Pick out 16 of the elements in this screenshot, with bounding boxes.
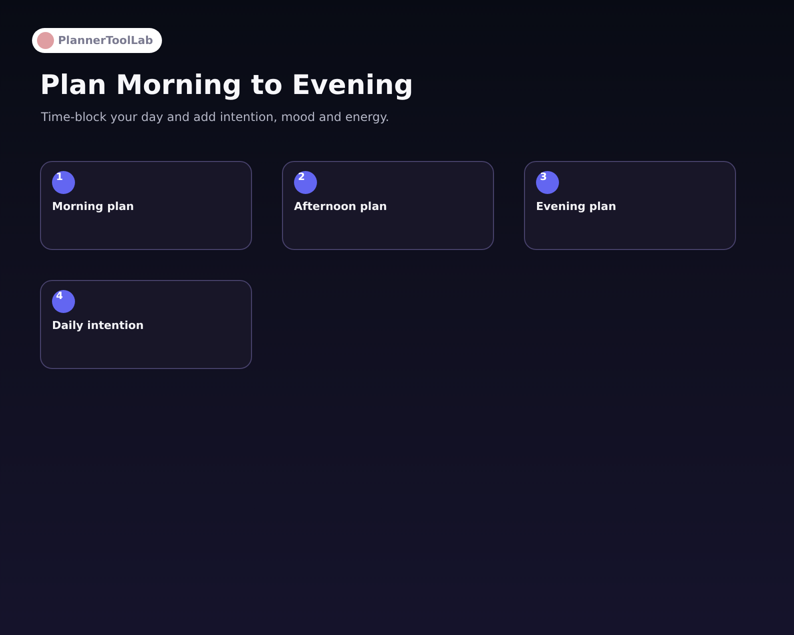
card-title: Daily intention	[52, 319, 145, 332]
plan-card[interactable]: 2 Afternoon plan	[282, 161, 494, 250]
logo-icon	[37, 32, 54, 49]
card-title: Morning plan	[52, 200, 135, 213]
step-number: 1	[52, 171, 75, 194]
step-number: 3	[536, 171, 559, 194]
card-title: Afternoon plan	[294, 200, 388, 213]
plan-card[interactable]: 1 Morning plan	[40, 161, 252, 250]
step-number: 4	[52, 290, 75, 313]
card-title: Evening plan	[536, 200, 618, 213]
page-title: Plan Morning to Evening	[40, 70, 414, 102]
page-subtitle: Time-block your day and add intention, mood and energy.	[41, 109, 390, 125]
step-number: 2	[294, 171, 317, 194]
plan-card[interactable]: 3 Evening plan	[524, 161, 736, 250]
brand-pill[interactable]: PlannerToolLab	[32, 28, 162, 53]
plan-card[interactable]: 4 Daily intention	[40, 280, 252, 369]
